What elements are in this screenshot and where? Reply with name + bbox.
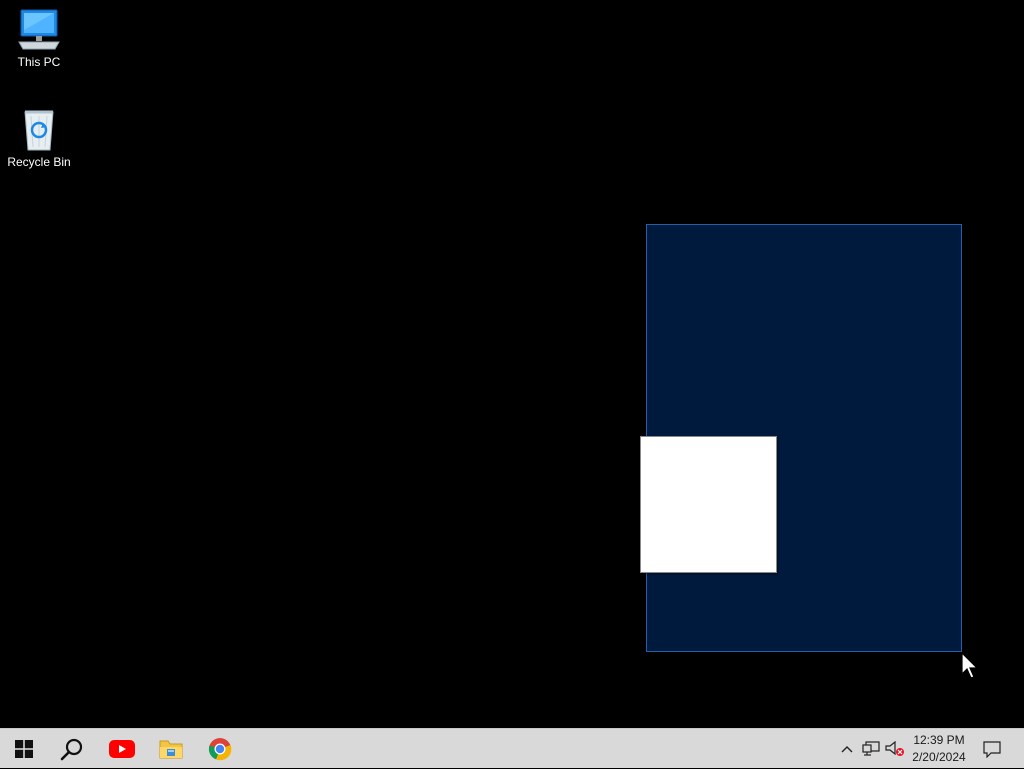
search-icon	[60, 738, 83, 761]
search-button[interactable]	[48, 729, 96, 769]
recycle-bin-icon	[24, 110, 54, 151]
desktop-icon-label: This PC	[17, 55, 61, 69]
volume-tray-button[interactable]	[884, 729, 906, 769]
desktop-icon-this-pc[interactable]: This PC	[1, 8, 77, 69]
desktop[interactable]: This PC Recycle Bin	[0, 0, 1024, 728]
start-button[interactable]	[0, 729, 48, 769]
desktop-icon-label: Recycle Bin	[7, 155, 71, 169]
computer-icon	[18, 9, 60, 50]
network-tray-button[interactable]	[860, 729, 882, 769]
clock-tray-button[interactable]: 12:39 PM 2/20/2024	[906, 729, 972, 769]
chrome-taskbar-button[interactable]	[196, 729, 244, 769]
desktop-icon-recycle-bin[interactable]: Recycle Bin	[1, 106, 77, 169]
windows-logo-icon	[15, 740, 33, 758]
network-icon	[862, 741, 880, 756]
show-hidden-icons-button[interactable]	[836, 729, 858, 769]
youtube-icon	[109, 740, 135, 758]
file-explorer-taskbar-button[interactable]	[147, 729, 195, 769]
clock-time: 12:39 PM	[913, 733, 965, 747]
clock-date: 2/20/2024	[912, 750, 966, 764]
file-explorer-icon	[159, 740, 183, 759]
taskbar: 12:39 PM 2/20/2024	[0, 728, 1024, 768]
action-center-button[interactable]	[978, 729, 1006, 769]
youtube-taskbar-button[interactable]	[98, 729, 146, 769]
chrome-icon	[208, 738, 232, 761]
volume-muted-icon	[885, 741, 904, 756]
notification-icon	[983, 741, 1001, 758]
mouse-pointer-icon	[961, 652, 979, 679]
chevron-up-icon	[841, 746, 853, 753]
blank-window[interactable]	[640, 436, 777, 573]
